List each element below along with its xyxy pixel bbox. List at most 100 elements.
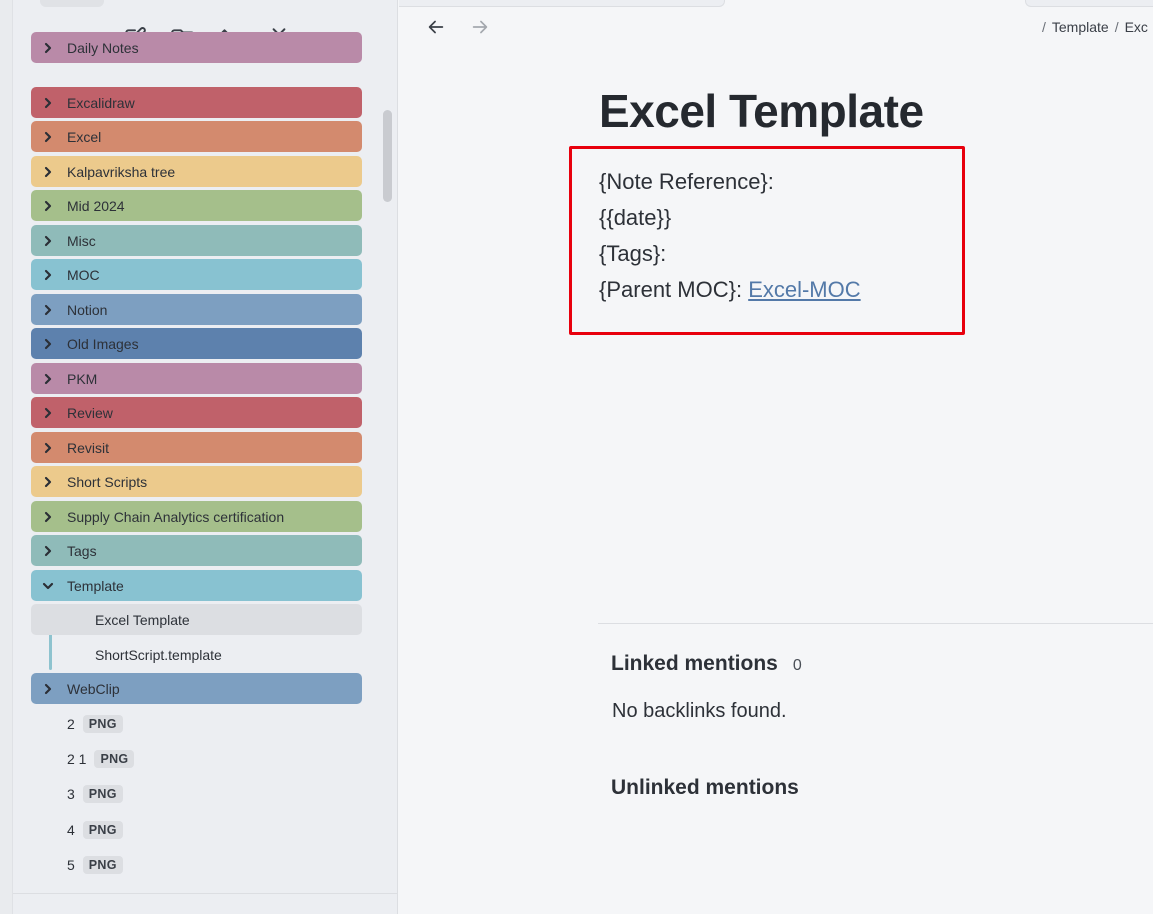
folder-label: Old Images <box>67 335 139 352</box>
folder-label: Revisit <box>67 439 110 456</box>
linked-mentions-count: 0 <box>792 657 802 674</box>
note-line: {Note Reference}: <box>599 169 774 194</box>
file-explorer-sidebar: Daily Notes Excalidraw Excel Kalpavriksh… <box>13 0 398 914</box>
note-body[interactable]: {Note Reference}: {{date}} {Tags}: {Pare… <box>599 166 861 310</box>
file-excel-template[interactable]: Excel Template <box>31 604 362 635</box>
folder-label: Short Scripts <box>67 473 148 490</box>
chevron-right-icon <box>31 269 65 281</box>
folder-label: Review <box>67 404 113 421</box>
tab-stub-left <box>399 0 725 7</box>
file-item[interactable]: 2 PNG <box>67 711 123 737</box>
chevron-right-icon <box>31 97 65 109</box>
folder-label: Excalidraw <box>67 94 135 111</box>
file-name: 4 <box>67 822 75 838</box>
file-shortscript-template[interactable]: ShortScript.template <box>31 639 362 670</box>
chevron-right-icon <box>31 511 65 523</box>
unlinked-mentions-header[interactable]: Unlinked mentions <box>611 776 799 800</box>
note-line: {Parent MOC}: Excel-MOC <box>599 274 861 310</box>
folder-label: Excel <box>67 128 102 145</box>
folder-notion[interactable]: Notion <box>31 294 362 325</box>
back-button[interactable] <box>425 16 447 43</box>
chevron-right-icon <box>31 545 65 557</box>
file-item[interactable]: 2 1 PNG <box>67 746 135 772</box>
chevron-right-icon <box>31 338 65 350</box>
linked-mentions-title: Linked mentions <box>611 652 778 675</box>
folder-review[interactable]: Review <box>31 397 362 428</box>
sidebar-tab-stub <box>40 0 104 7</box>
folder-supply-chain[interactable]: Supply Chain Analytics certification <box>31 501 362 532</box>
file-name: 3 <box>67 786 75 802</box>
folder-kalpavriksha-tree[interactable]: Kalpavriksha tree <box>31 156 362 187</box>
folder-short-scripts[interactable]: Short Scripts <box>31 466 362 497</box>
chevron-right-icon <box>31 304 65 316</box>
folder-revisit[interactable]: Revisit <box>31 432 362 463</box>
chevron-down-icon <box>31 580 65 592</box>
note-line: {{date}} <box>599 205 672 230</box>
navigation-buttons <box>425 16 491 43</box>
note-line: {Tags}: <box>599 241 667 266</box>
folder-label: WebClip <box>67 680 120 697</box>
breadcrumb: / Template / Exc <box>1036 19 1148 35</box>
folder-moc[interactable]: MOC <box>31 259 362 290</box>
file-ext-badge: PNG <box>82 821 123 839</box>
folder-pkm[interactable]: PKM <box>31 363 362 394</box>
folder-misc[interactable]: Misc <box>31 225 362 256</box>
folder-daily-notes[interactable]: Daily Notes <box>31 32 362 63</box>
note-title[interactable]: Excel Template <box>599 84 924 138</box>
file-ext-badge: PNG <box>82 856 123 874</box>
parent-moc-prefix: {Parent MOC}: <box>599 277 749 302</box>
folder-label: Mid 2024 <box>67 197 125 214</box>
breadcrumb-separator: / <box>1114 19 1119 35</box>
folder-label: Notion <box>67 301 108 318</box>
folder-label: Kalpavriksha tree <box>67 163 176 180</box>
folder-mid-2024[interactable]: Mid 2024 <box>31 190 362 221</box>
folder-label: Misc <box>67 232 96 249</box>
file-ext-badge: PNG <box>82 785 123 803</box>
file-item[interactable]: 5 PNG <box>67 852 123 878</box>
chevron-right-icon <box>31 166 65 178</box>
folder-old-images[interactable]: Old Images <box>31 328 362 359</box>
breadcrumb-separator: / <box>1042 19 1046 35</box>
breadcrumb-folder[interactable]: Template <box>1052 19 1109 35</box>
breadcrumb-current[interactable]: Exc <box>1125 19 1148 35</box>
file-name: 2 <box>67 716 75 732</box>
chevron-right-icon <box>31 200 65 212</box>
chevron-right-icon <box>31 373 65 385</box>
linked-mentions-header[interactable]: Linked mentions 0 <box>611 652 802 676</box>
chevron-right-icon <box>31 476 65 488</box>
file-item[interactable]: 3 PNG <box>67 781 123 807</box>
excel-moc-link[interactable]: Excel-MOC <box>748 277 860 302</box>
chevron-right-icon <box>31 683 65 695</box>
file-name: 2 1 <box>67 751 87 767</box>
chevron-right-icon <box>31 235 65 247</box>
folder-label: MOC <box>67 266 100 283</box>
folder-label: Tags <box>67 542 97 559</box>
chevron-right-icon <box>31 131 65 143</box>
chevron-right-icon <box>31 42 65 54</box>
folder-tags[interactable]: Tags <box>31 535 362 566</box>
forward-button[interactable] <box>469 16 491 43</box>
chevron-right-icon <box>31 442 65 454</box>
tab-stub-right <box>1025 0 1153 7</box>
sidebar-scrollbar[interactable] <box>383 110 392 202</box>
folder-excel[interactable]: Excel <box>31 121 362 152</box>
folder-excalidraw[interactable]: Excalidraw <box>31 87 362 118</box>
editor-pane: / Template / Exc Excel Template {Note Refer… <box>399 0 1153 914</box>
no-backlinks-text: No backlinks found. <box>612 700 787 722</box>
file-item[interactable]: 4 PNG <box>67 817 123 843</box>
folder-label: Supply Chain Analytics certification <box>67 508 285 525</box>
folder-label: Daily Notes <box>67 39 139 56</box>
left-ribbon <box>0 0 13 914</box>
folder-webclip[interactable]: WebClip <box>31 673 362 704</box>
folder-template[interactable]: Template <box>31 570 362 601</box>
folder-label: PKM <box>67 370 98 387</box>
arrow-right-icon <box>472 20 488 34</box>
folder-label: Template <box>67 577 124 594</box>
file-ext-badge: PNG <box>82 715 123 733</box>
sidebar-footer <box>13 893 397 914</box>
arrow-left-icon <box>428 20 444 34</box>
chevron-right-icon <box>31 407 65 419</box>
file-ext-badge: PNG <box>94 750 135 768</box>
backlinks-divider <box>598 623 1153 624</box>
file-name: 5 <box>67 857 75 873</box>
